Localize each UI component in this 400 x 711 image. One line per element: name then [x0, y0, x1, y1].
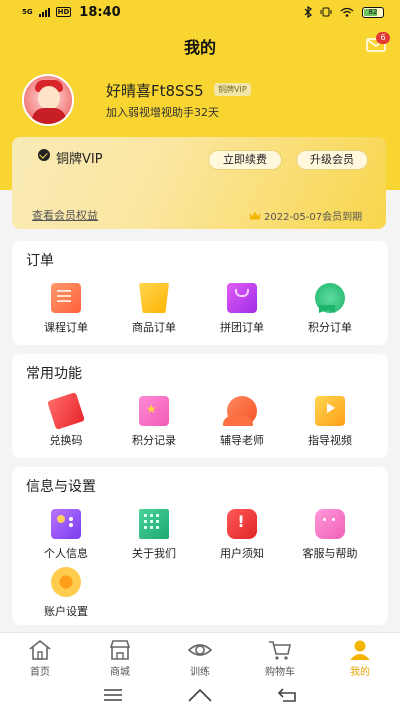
- home-icon: [29, 639, 51, 660]
- renew-button[interactable]: 立即续费: [208, 150, 282, 170]
- ticket-icon: [47, 392, 85, 430]
- flower-gear-icon: [51, 567, 81, 597]
- about-us-item[interactable]: 关于我们: [114, 509, 194, 561]
- common-functions-title: 常用功能: [26, 366, 82, 382]
- building-icon: [139, 509, 169, 539]
- cart-outline-icon: [269, 641, 291, 660]
- membership-days: 加入弱视增视助手32天: [106, 106, 219, 119]
- vip-card: 铜牌VIP 立即续费 升级会员 查看会员权益 2022-05-07会员到期: [12, 137, 386, 229]
- eye-icon: [188, 644, 212, 656]
- message-badge: 6: [376, 32, 390, 44]
- hd-badge: HD: [55, 7, 72, 17]
- nav-cart[interactable]: 购物车: [240, 633, 320, 678]
- system-back-button[interactable]: [273, 685, 301, 705]
- course-order-item[interactable]: 课程订单: [26, 283, 106, 335]
- bottom-nav: 首页 商城 训练 购物车 我的: [0, 632, 400, 678]
- points-order-item[interactable]: 积分订单: [290, 283, 370, 335]
- nav-home[interactable]: 首页: [0, 633, 80, 678]
- avatar[interactable]: [22, 74, 74, 126]
- common-functions-section: 常用功能 兑换码 积分记录 辅导老师 指导视频: [12, 354, 388, 458]
- status-bar: 5G HD 18:40 82: [0, 0, 400, 24]
- signal-icon: [38, 7, 50, 17]
- nav-training[interactable]: 训练: [160, 633, 240, 678]
- orders-section: 订单 课程订单 商品订单 拼团订单 积分订单: [12, 241, 388, 345]
- username: 好晴喜Ft8SS5: [106, 82, 204, 100]
- shop-icon: [109, 640, 131, 660]
- tutor-item[interactable]: 辅导老师: [202, 396, 282, 448]
- account-settings-item[interactable]: 账户设置: [26, 567, 106, 619]
- user-icon: [350, 640, 370, 660]
- personal-info-item[interactable]: 个人信息: [26, 509, 106, 561]
- medal-icon: [315, 283, 345, 313]
- menu-lines-icon: [104, 688, 123, 701]
- system-nav-bar: [0, 678, 400, 711]
- group-order-item[interactable]: 拼团订单: [202, 283, 282, 335]
- nav-mine[interactable]: 我的: [320, 633, 400, 678]
- vip-check-icon: [38, 149, 50, 161]
- user-notice-item[interactable]: 用户须知: [202, 509, 282, 561]
- vip-expire-info: 2022-05-07会员到期: [250, 208, 362, 223]
- redeem-code-item[interactable]: 兑换码: [26, 392, 106, 448]
- alert-icon: [227, 509, 257, 539]
- cart-icon: [139, 283, 169, 313]
- group-bag-icon: [227, 283, 257, 313]
- orders-title: 订单: [26, 253, 54, 269]
- page-title: 我的: [183, 38, 216, 57]
- points-record-item[interactable]: 积分记录: [114, 396, 194, 448]
- vibrate-icon: [320, 7, 332, 17]
- bluetooth-icon: [304, 6, 312, 18]
- id-card-icon: [51, 509, 81, 539]
- product-order-item[interactable]: 商品订单: [114, 283, 194, 335]
- vip-expire-text: 2022-05-07会员到期: [264, 212, 363, 223]
- points-icon: [139, 396, 169, 426]
- video-icon: [315, 396, 345, 426]
- crown-icon: [250, 211, 260, 220]
- home-outline-icon: [188, 688, 212, 702]
- system-menu-button[interactable]: [99, 685, 127, 705]
- network-label: 5G: [22, 7, 33, 16]
- system-home-button[interactable]: [186, 685, 214, 705]
- teacher-icon: [223, 396, 257, 426]
- back-arrow-icon: [277, 687, 296, 702]
- settings-section: 信息与设置 个人信息 关于我们 用户须知 客服与帮助 账户设置: [12, 467, 388, 625]
- chat-icon: [315, 509, 345, 539]
- upgrade-button[interactable]: 升级会员: [296, 150, 368, 170]
- nav-shop[interactable]: 商城: [80, 633, 160, 678]
- battery-icon: 82: [362, 6, 384, 18]
- vip-level-tag: 铜牌VIP: [214, 83, 251, 96]
- course-order-icon: [51, 283, 81, 313]
- view-benefits-link[interactable]: 查看会员权益: [32, 207, 98, 223]
- status-time: 18:40: [79, 4, 121, 20]
- guide-video-item[interactable]: 指导视频: [290, 396, 370, 448]
- wifi-icon: [340, 7, 354, 17]
- vip-card-title: 铜牌VIP: [56, 152, 103, 167]
- settings-title: 信息与设置: [26, 479, 96, 495]
- support-help-item[interactable]: 客服与帮助: [290, 509, 370, 561]
